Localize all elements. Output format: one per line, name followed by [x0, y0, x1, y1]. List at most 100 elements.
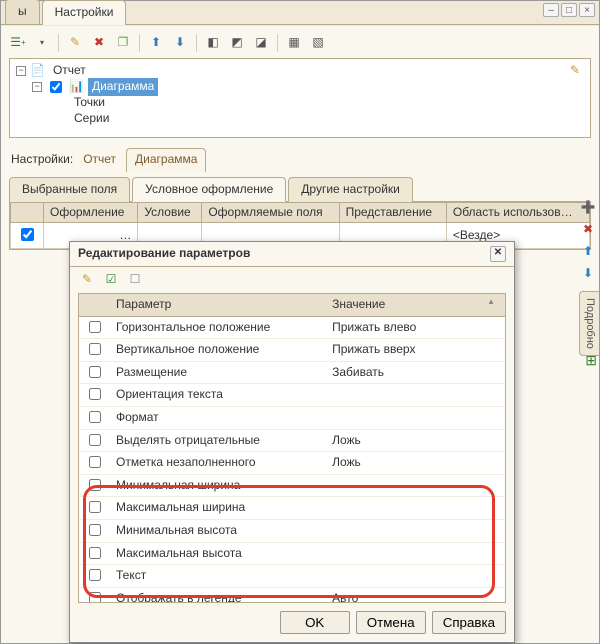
col-param[interactable]: Параметр	[110, 294, 326, 316]
add-list-icon[interactable]: ☰+	[9, 34, 27, 52]
arrow-down-icon[interactable]: ⬇	[171, 34, 189, 52]
tab-settings[interactable]: Настройки	[42, 0, 127, 25]
param-value[interactable]: Авто	[326, 587, 505, 603]
param-row[interactable]: Текст	[79, 565, 505, 588]
delete-icon[interactable]: ✖	[90, 34, 108, 52]
dialog-close-icon[interactable]: ✕	[490, 246, 506, 262]
param-name: Максимальная ширина	[110, 497, 326, 520]
dlg-uncheck-icon[interactable]: ☐	[126, 271, 144, 289]
param-value[interactable]	[326, 497, 505, 520]
param-check[interactable]	[89, 434, 101, 446]
tree-collapse-diagram[interactable]: −	[32, 82, 42, 92]
param-check[interactable]	[89, 388, 101, 400]
col-check[interactable]	[79, 294, 110, 316]
param-row[interactable]: Вертикальное положениеПрижать вверх	[79, 339, 505, 362]
settings-breadcrumb: Настройки: Отчет Диаграмма	[11, 148, 591, 172]
tool3-icon[interactable]: ◪	[252, 34, 270, 52]
param-check[interactable]	[89, 366, 101, 378]
tool1-icon[interactable]: ◧	[204, 34, 222, 52]
param-name: Минимальная высота	[110, 519, 326, 542]
param-value[interactable]	[326, 474, 505, 497]
tree-points-label[interactable]: Точки	[70, 94, 109, 112]
param-row[interactable]: Отметка незаполненногоЛожь	[79, 452, 505, 475]
param-row[interactable]: Формат	[79, 406, 505, 429]
copy-icon[interactable]: ❐	[114, 34, 132, 52]
col-fields[interactable]: Оформляемые поля	[202, 202, 339, 223]
maximize-icon[interactable]: □	[561, 3, 577, 17]
minimize-icon[interactable]: –	[543, 3, 559, 17]
dialog-buttons: OK Отмена Справка	[70, 603, 514, 642]
close-icon[interactable]: ×	[579, 3, 595, 17]
param-name: Горизонтальное положение	[110, 316, 326, 339]
param-value[interactable]	[326, 542, 505, 565]
tool5-icon[interactable]: ▧	[309, 34, 327, 52]
tab-other-settings[interactable]: Другие настройки	[288, 177, 413, 202]
param-row[interactable]: РазмещениеЗабивать	[79, 361, 505, 384]
tree-root-label[interactable]: Отчет	[49, 62, 90, 80]
top-tabs: ы Настройки	[1, 1, 599, 25]
param-row[interactable]: Ориентация текста	[79, 384, 505, 407]
param-check[interactable]	[89, 321, 101, 333]
param-name: Текст	[110, 565, 326, 588]
param-value[interactable]: Ложь	[326, 429, 505, 452]
param-value[interactable]: Забивать	[326, 361, 505, 384]
rail-add-icon[interactable]: ➕	[580, 200, 596, 216]
param-row[interactable]: Максимальная высота	[79, 542, 505, 565]
tree-check-diagram[interactable]	[50, 81, 62, 93]
param-check[interactable]	[89, 343, 101, 355]
side-tab-detail[interactable]: Подробно	[579, 291, 599, 356]
arrow-up-icon[interactable]: ⬆	[147, 34, 165, 52]
col-area[interactable]: Область использов…	[446, 202, 589, 223]
param-value[interactable]	[326, 565, 505, 588]
param-check[interactable]	[89, 411, 101, 423]
param-check[interactable]	[89, 501, 101, 513]
param-check[interactable]	[89, 547, 101, 559]
param-value[interactable]	[326, 519, 505, 542]
param-value[interactable]	[326, 406, 505, 429]
param-row[interactable]: Минимальная ширина	[79, 474, 505, 497]
col-condition[interactable]: Условие	[138, 202, 202, 223]
param-value[interactable]: Ложь	[326, 452, 505, 475]
cancel-button[interactable]: Отмена	[356, 611, 426, 634]
ok-button[interactable]: OK	[280, 611, 350, 634]
tree-series-label[interactable]: Серии	[70, 110, 113, 128]
param-check[interactable]	[89, 592, 101, 603]
dlg-edit-icon[interactable]: ✎	[78, 271, 96, 289]
dropdown-icon[interactable]: ▾	[33, 34, 51, 52]
tool2-icon[interactable]: ◩	[228, 34, 246, 52]
dlg-check-icon[interactable]: ☑	[102, 271, 120, 289]
rail-down-icon[interactable]: ⬇	[580, 266, 596, 282]
param-row[interactable]: Максимальная ширина	[79, 497, 505, 520]
tree-diagram-label[interactable]: Диаграмма	[88, 78, 158, 96]
tab-selected-fields[interactable]: Выбранные поля	[9, 177, 130, 202]
param-value[interactable]: Прижать влево	[326, 316, 505, 339]
param-value[interactable]: Прижать вверх	[326, 339, 505, 362]
tab-conditional-appearance[interactable]: Условное оформление	[132, 177, 286, 202]
edit-icon[interactable]: ✎	[66, 34, 84, 52]
rail-up-icon[interactable]: ⬆	[580, 244, 596, 260]
param-row[interactable]: Отображать в легендеАвто	[79, 587, 505, 603]
param-value[interactable]	[326, 384, 505, 407]
row-check[interactable]	[21, 228, 34, 241]
dialog-title: Редактирование параметров	[78, 246, 250, 262]
param-check[interactable]	[89, 479, 101, 491]
col-check[interactable]	[11, 202, 44, 223]
tab-prev[interactable]: ы	[5, 0, 40, 24]
tree-edit-icon[interactable]: ✎	[570, 63, 584, 77]
rail-delete-icon[interactable]: ✖	[580, 222, 596, 238]
param-check[interactable]	[89, 456, 101, 468]
col-representation[interactable]: Представление	[339, 202, 446, 223]
side-add-icon[interactable]: ⊞	[585, 351, 597, 369]
param-row[interactable]: Выделять отрицательныеЛожь	[79, 429, 505, 452]
tree-collapse-root[interactable]: −	[16, 66, 26, 76]
col-value[interactable]: Значение	[326, 294, 505, 316]
crumb-diagram[interactable]: Диаграмма	[126, 148, 206, 172]
crumb-report[interactable]: Отчет	[83, 152, 116, 168]
param-row[interactable]: Минимальная высота	[79, 519, 505, 542]
col-design[interactable]: Оформление	[44, 202, 138, 223]
param-check[interactable]	[89, 569, 101, 581]
tool4-icon[interactable]: ▦	[285, 34, 303, 52]
param-check[interactable]	[89, 524, 101, 536]
param-row[interactable]: Горизонтальное положениеПрижать влево	[79, 316, 505, 339]
help-button[interactable]: Справка	[432, 611, 506, 634]
